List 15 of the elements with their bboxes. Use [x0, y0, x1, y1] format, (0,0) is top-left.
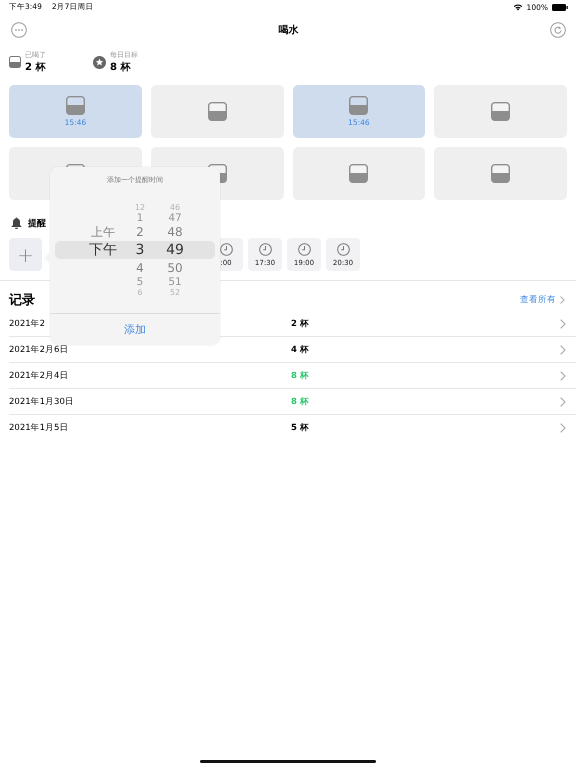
record-date: 2021年2 [9, 318, 46, 330]
record-date: 2021年1月5日 [9, 422, 68, 434]
record-date: 2021年2月6日 [9, 344, 68, 356]
record-amount: 5 杯 [291, 422, 309, 434]
record-amount: 8 杯 [291, 396, 309, 408]
record-amount: 4 杯 [291, 344, 309, 356]
record-date: 2021年2月4日 [9, 370, 68, 382]
stat-value: 2 杯 [25, 60, 46, 74]
section-title: 记录 [9, 292, 35, 309]
record-amount: 2 杯 [291, 318, 309, 330]
record-amount: 8 杯 [291, 370, 309, 382]
page-title: 喝水 [278, 24, 298, 37]
section-title: 提醒 [28, 218, 46, 230]
stat-value: 8 杯 [110, 60, 132, 74]
record-date: 2021年1月30日 [9, 396, 74, 408]
